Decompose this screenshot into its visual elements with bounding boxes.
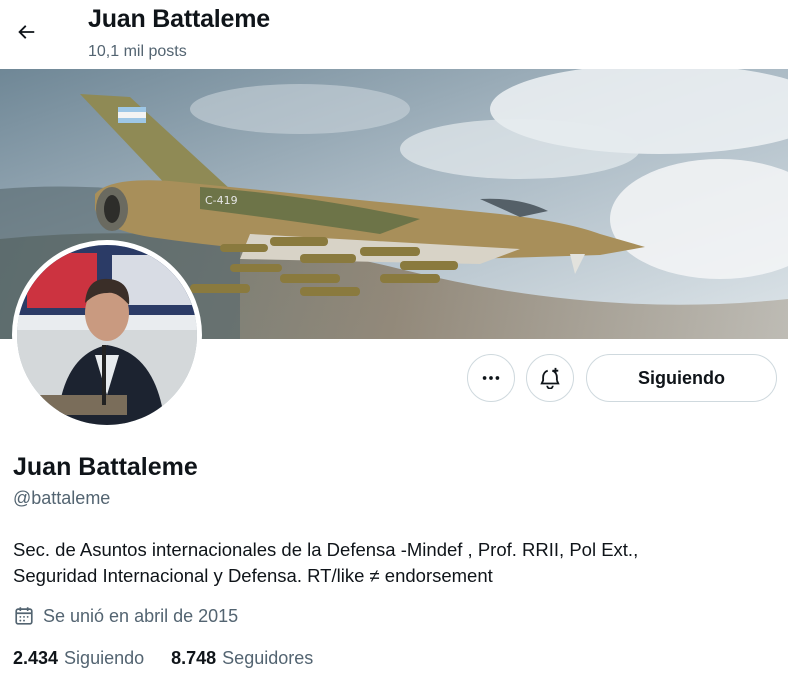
back-button[interactable] bbox=[6, 12, 46, 52]
profile-handle: @battaleme bbox=[13, 488, 111, 508]
join-date: Se unió en abril de 2015 bbox=[13, 605, 238, 627]
following-label: Siguiendo bbox=[64, 648, 145, 668]
profile-bio: Sec. de Asuntos internacionales de la De… bbox=[13, 537, 783, 589]
bio-line-1: Sec. de Asuntos internacionales de la De… bbox=[13, 539, 639, 560]
following-stat[interactable]: 2.434 Siguiendo bbox=[13, 648, 144, 669]
following-count: 2.434 bbox=[13, 648, 59, 668]
followers-count: 8.748 bbox=[171, 648, 217, 668]
posts-count: 10,1 mil posts bbox=[88, 43, 187, 60]
avatar-photo bbox=[17, 245, 197, 425]
follow-stats: 2.434 Siguiendo 8.748 Seguidores bbox=[13, 648, 340, 669]
join-date-text: Se unió en abril de 2015 bbox=[43, 605, 239, 626]
profile-avatar[interactable] bbox=[12, 240, 202, 430]
bell-plus-icon bbox=[540, 367, 560, 389]
more-dots-icon bbox=[482, 376, 500, 380]
more-options-button[interactable] bbox=[467, 354, 515, 402]
calendar-icon bbox=[15, 607, 33, 625]
followers-stat[interactable]: 8.748 Seguidores bbox=[171, 648, 313, 669]
profile-name: Juan Battaleme bbox=[13, 453, 198, 481]
followers-label: Seguidores bbox=[222, 648, 314, 668]
profile-header-bar: Juan Battaleme 10,1 mil posts bbox=[0, 0, 788, 69]
header-title: Juan Battaleme bbox=[88, 5, 270, 33]
arrow-left-icon bbox=[18, 25, 35, 39]
notifications-button[interactable] bbox=[526, 354, 574, 402]
following-button[interactable]: Siguiendo bbox=[586, 354, 777, 402]
svg-text:C-419: C-419 bbox=[205, 194, 238, 207]
bio-line-2: Seguridad Internacional y Defensa. RT/li… bbox=[13, 565, 493, 586]
